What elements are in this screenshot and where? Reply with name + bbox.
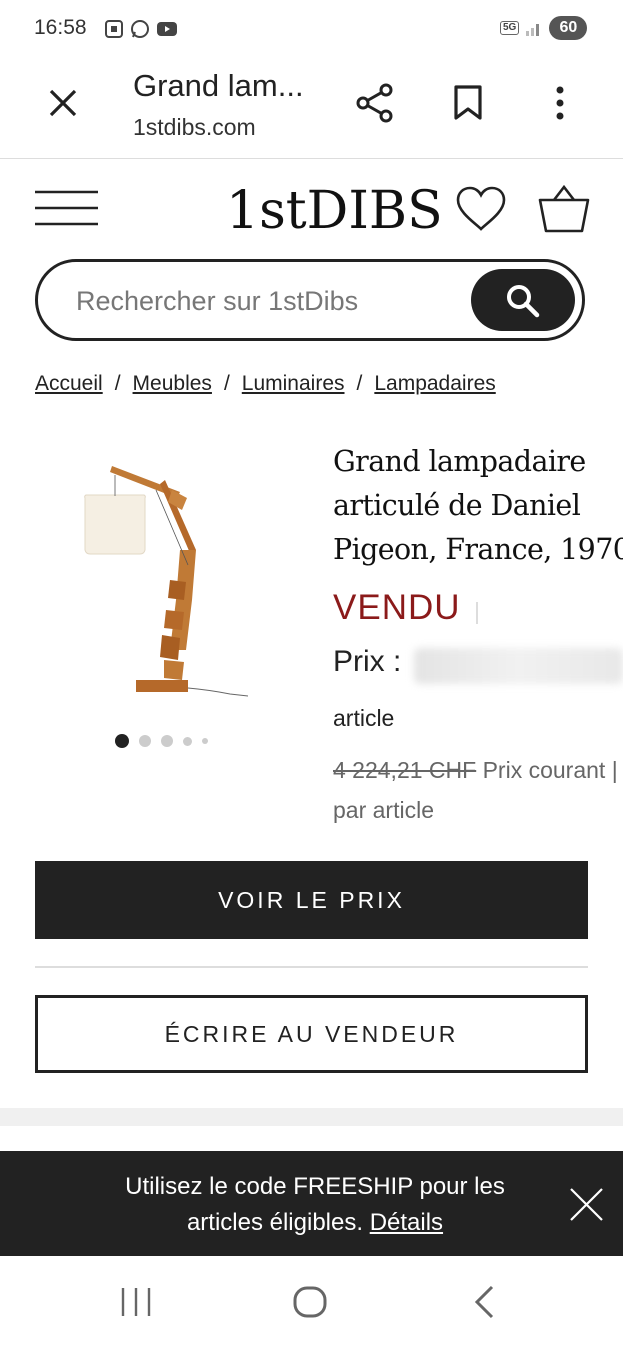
promo-banner: Utilisez le code FREESHIP pour les artic… [0,1151,623,1256]
product-image[interactable] [60,450,260,705]
price-unit: article [333,705,395,731]
old-price: 4 224,21 CHF [333,757,477,783]
breadcrumb: Accueil / Meubles / Luminaires / Lampada… [35,372,496,396]
search-icon [507,285,540,318]
heart-icon[interactable] [455,185,507,233]
network-5g-icon: 5G [500,21,520,35]
sold-status: VENDU [333,588,461,627]
status-time: 16:58 [34,16,87,39]
tab-url: 1stdibs.com [133,114,256,140]
carousel-dot[interactable] [161,735,173,747]
custom-tab-bar: Grand lam... 1stdibs.com [0,58,623,159]
product-title-line: Pigeon, France, 1970 [333,533,623,566]
carousel-dot[interactable] [183,736,192,746]
promo-text: Utilisez le code FREESHIP pour les artic… [125,1173,505,1236]
close-icon[interactable] [569,1187,604,1222]
status-divider [476,602,478,624]
home-icon[interactable] [292,1285,328,1319]
screenshot-icon [105,20,123,38]
recent-apps-icon[interactable] [120,1286,152,1318]
product-title: Grand lampadaire articulé de Daniel Pige… [333,440,623,572]
site-logo[interactable]: 1stDIBS [226,178,443,241]
search-input[interactable] [74,282,468,320]
bookmark-icon[interactable] [453,84,483,122]
blurred-price [414,648,623,684]
product-title-line: articulé de Daniel [333,489,581,522]
search-bar [35,259,585,341]
image-carousel-dots [115,734,208,748]
breadcrumb-separator: / [223,372,230,395]
carousel-dot[interactable] [139,735,151,747]
old-price-block: 4 224,21 CHF Prix courant | par article [333,750,623,830]
breadcrumb-separator: / [114,372,121,395]
product-title-line: Grand lampadaire [333,445,586,478]
breadcrumb-meubles[interactable]: Meubles [133,372,212,396]
back-icon[interactable] [472,1284,496,1320]
battery-icon: 60 [549,16,588,40]
system-navigation-bar [0,1256,623,1350]
carousel-dot[interactable] [202,738,208,744]
share-icon[interactable] [355,82,395,124]
status-bar: 16:58 5G 60 [0,0,623,58]
cart-icon[interactable] [538,184,590,234]
menu-icon[interactable] [35,190,99,226]
system-icons: 5G 60 [500,16,588,40]
section-divider [0,1108,623,1126]
breadcrumb-separator: / [356,372,363,395]
whatsapp-icon [131,20,149,38]
carousel-dot[interactable] [115,734,129,748]
breadcrumb-luminaires[interactable]: Luminaires [242,372,345,396]
promo-details-link[interactable]: Détails [370,1209,443,1236]
youtube-icon [157,22,177,36]
more-options-icon[interactable] [553,85,567,121]
close-icon[interactable] [48,88,78,118]
notification-icons [104,18,178,40]
divider [35,966,588,968]
signal-icon [526,24,540,36]
price-label: Prix : [333,645,402,678]
search-button[interactable] [471,269,575,331]
promo-text-block: Utilisez le code FREESHIP pour les artic… [90,1169,540,1241]
contact-seller-button[interactable]: ÉCRIRE AU VENDEUR [35,995,588,1073]
view-price-button[interactable]: VOIR LE PRIX [35,861,588,939]
breadcrumb-lampadaires[interactable]: Lampadaires [374,372,495,396]
tab-page-title: Grand lam... [133,68,304,103]
breadcrumb-accueil[interactable]: Accueil [35,372,103,396]
